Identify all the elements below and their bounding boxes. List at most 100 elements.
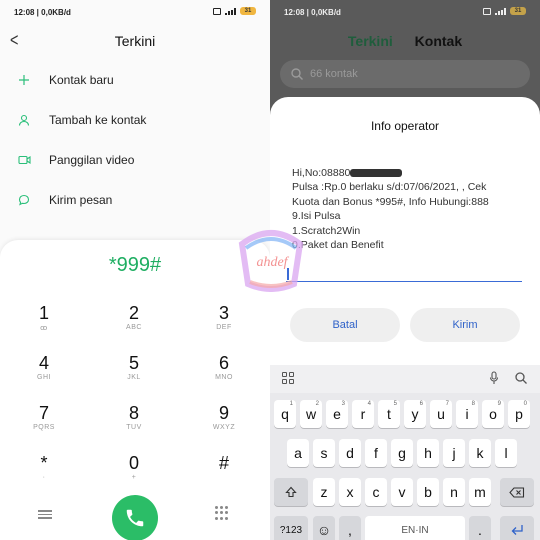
status-time: 12:08 | 0,0KB/d	[284, 8, 341, 17]
menu-item-label: Tambah ke kontak	[49, 113, 147, 127]
hamburger-menu-icon[interactable]	[38, 508, 52, 522]
key-t[interactable]: t5	[378, 400, 400, 428]
message-line: Kuota dan Bonus *995#, Info Hubungi:888	[292, 195, 489, 208]
key-r[interactable]: r4	[352, 400, 374, 428]
battery-icon: 31	[510, 7, 526, 15]
key-f[interactable]: f	[365, 439, 387, 467]
keyboard-toolbar	[270, 365, 540, 393]
send-button[interactable]: Kirim	[410, 308, 520, 342]
message-line: Hi,No:08880	[292, 166, 520, 180]
dial-key-1[interactable]: 1ꝏ	[14, 302, 74, 346]
dial-pad-panel: *999# 1ꝏ 2 ABC 3 DEF 4 GHI 5 JKL 6 MNO 7 PQRS …	[0, 240, 270, 540]
search-bar[interactable]: 66 kontak	[280, 60, 530, 88]
key-d[interactable]: d	[339, 439, 361, 467]
key-o[interactable]: o9	[482, 400, 504, 428]
dial-key-star[interactable]: * ·	[14, 452, 74, 496]
shift-key[interactable]	[274, 478, 308, 506]
status-time: 12:08 | 0,0KB/d	[14, 8, 71, 17]
ussd-message: Hi,No:08880 Pulsa :Rp.0 berlaku s/d:07/0…	[292, 166, 520, 252]
key-b[interactable]: b	[417, 478, 439, 506]
menu-item-video-call[interactable]: Panggilan video	[0, 149, 270, 171]
menu-item-new-contact[interactable]: Kontak baru	[0, 69, 270, 91]
keypad-toggle-icon[interactable]	[215, 506, 229, 520]
message-line: Pulsa :Rp.0 berlaku s/d:07/06/2021, , Ce…	[292, 181, 487, 194]
key-a[interactable]: a	[287, 439, 309, 467]
video-icon	[17, 153, 31, 167]
search-icon	[291, 68, 303, 80]
period-key[interactable]: .	[469, 516, 491, 540]
battery-icon: 31	[240, 7, 256, 15]
menu-item-label: Kirim pesan	[49, 193, 113, 207]
dial-key-6[interactable]: 6 MNO	[194, 352, 254, 396]
key-q[interactable]: q1	[274, 400, 296, 428]
reply-input[interactable]	[286, 266, 522, 282]
backspace-key[interactable]	[500, 478, 534, 506]
enter-arrow-icon	[511, 525, 523, 535]
operator-info-dialog: Info operator Hi,No:08880 Pulsa :Rp.0 be…	[270, 97, 540, 365]
dialer-header: < Terkini	[0, 28, 270, 54]
key-i[interactable]: i8	[456, 400, 478, 428]
key-j[interactable]: j	[443, 439, 465, 467]
menu-item-add-to-contact[interactable]: Tambah ke kontak	[0, 109, 270, 131]
dial-key-9[interactable]: 9 WXYZ	[194, 402, 254, 446]
dial-key-7[interactable]: 7 PQRS	[14, 402, 74, 446]
cancel-button[interactable]: Batal	[290, 308, 400, 342]
key-z[interactable]: z	[313, 478, 335, 506]
person-icon	[17, 113, 31, 127]
comma-key[interactable]: ,	[339, 516, 361, 540]
status-bar: 12:08 | 0,0KB/d 31	[0, 0, 270, 24]
plus-icon	[17, 73, 31, 87]
key-e[interactable]: e3	[326, 400, 348, 428]
key-l[interactable]: l	[495, 439, 517, 467]
search-icon[interactable]	[514, 371, 528, 385]
dial-key-5[interactable]: 5 JKL	[104, 352, 164, 396]
enter-key[interactable]	[500, 516, 534, 540]
key-k[interactable]: k	[469, 439, 491, 467]
call-button[interactable]	[112, 495, 158, 540]
search-placeholder: 66 kontak	[310, 68, 358, 80]
contacts-tabs: Terkini Kontak	[270, 33, 540, 49]
space-bar[interactable]: EN·IN	[365, 516, 465, 540]
shift-arrow-icon	[285, 486, 297, 498]
signal-icon	[225, 7, 236, 15]
key-g[interactable]: g	[391, 439, 413, 467]
key-y[interactable]: y6	[404, 400, 426, 428]
phone-icon	[126, 509, 144, 527]
key-n[interactable]: n	[443, 478, 465, 506]
tab-contacts[interactable]: Kontak	[415, 33, 462, 49]
key-c[interactable]: c	[365, 478, 387, 506]
signal-icon	[495, 7, 506, 15]
dial-key-0[interactable]: 0 +	[104, 452, 164, 496]
message-line: 0.Paket dan Benefit	[292, 239, 384, 252]
key-w[interactable]: w2	[300, 400, 322, 428]
dial-key-3[interactable]: 3 DEF	[194, 302, 254, 346]
dialog-title: Info operator	[370, 119, 440, 133]
page-title: Terkini	[114, 33, 156, 49]
dial-key-8[interactable]: 8 TUV	[104, 402, 164, 446]
symbols-key[interactable]: ?123	[274, 516, 308, 540]
key-x[interactable]: x	[339, 478, 361, 506]
apps-grid-icon[interactable]	[282, 372, 294, 384]
message-line: 9.Isi Pulsa	[292, 210, 341, 223]
dial-key-hash[interactable]: #	[194, 452, 254, 496]
menu-item-send-message[interactable]: Kirim pesan	[0, 189, 270, 211]
dial-key-2[interactable]: 2 ABC	[104, 302, 164, 346]
key-h[interactable]: h	[417, 439, 439, 467]
key-v[interactable]: v	[391, 478, 413, 506]
menu-item-label: Panggilan video	[49, 153, 135, 167]
key-p[interactable]: p0	[508, 400, 530, 428]
text-cursor	[287, 268, 289, 280]
dialer-screen: 12:08 | 0,0KB/d 31 < Terkini Kontak baru…	[0, 0, 270, 540]
keyboard: q1 w2 e3 r4 t5 y6 u7 i8 o9 p0 a s d f g …	[270, 365, 540, 540]
sim-icon	[483, 7, 491, 15]
dialed-number[interactable]: *999#	[0, 254, 270, 277]
key-m[interactable]: m	[469, 478, 491, 506]
tab-recent[interactable]: Terkini	[348, 33, 393, 49]
key-u[interactable]: u7	[430, 400, 452, 428]
microphone-icon[interactable]	[489, 371, 499, 385]
key-s[interactable]: s	[313, 439, 335, 467]
emoji-key[interactable]: ☺	[313, 516, 335, 540]
operator-info-screen: 12:08 | 0,0KB/d 31 Terkini Kontak 66 kon…	[270, 0, 540, 540]
dial-key-4[interactable]: 4 GHI	[14, 352, 74, 396]
status-bar: 12:08 | 0,0KB/d 31	[270, 0, 540, 24]
